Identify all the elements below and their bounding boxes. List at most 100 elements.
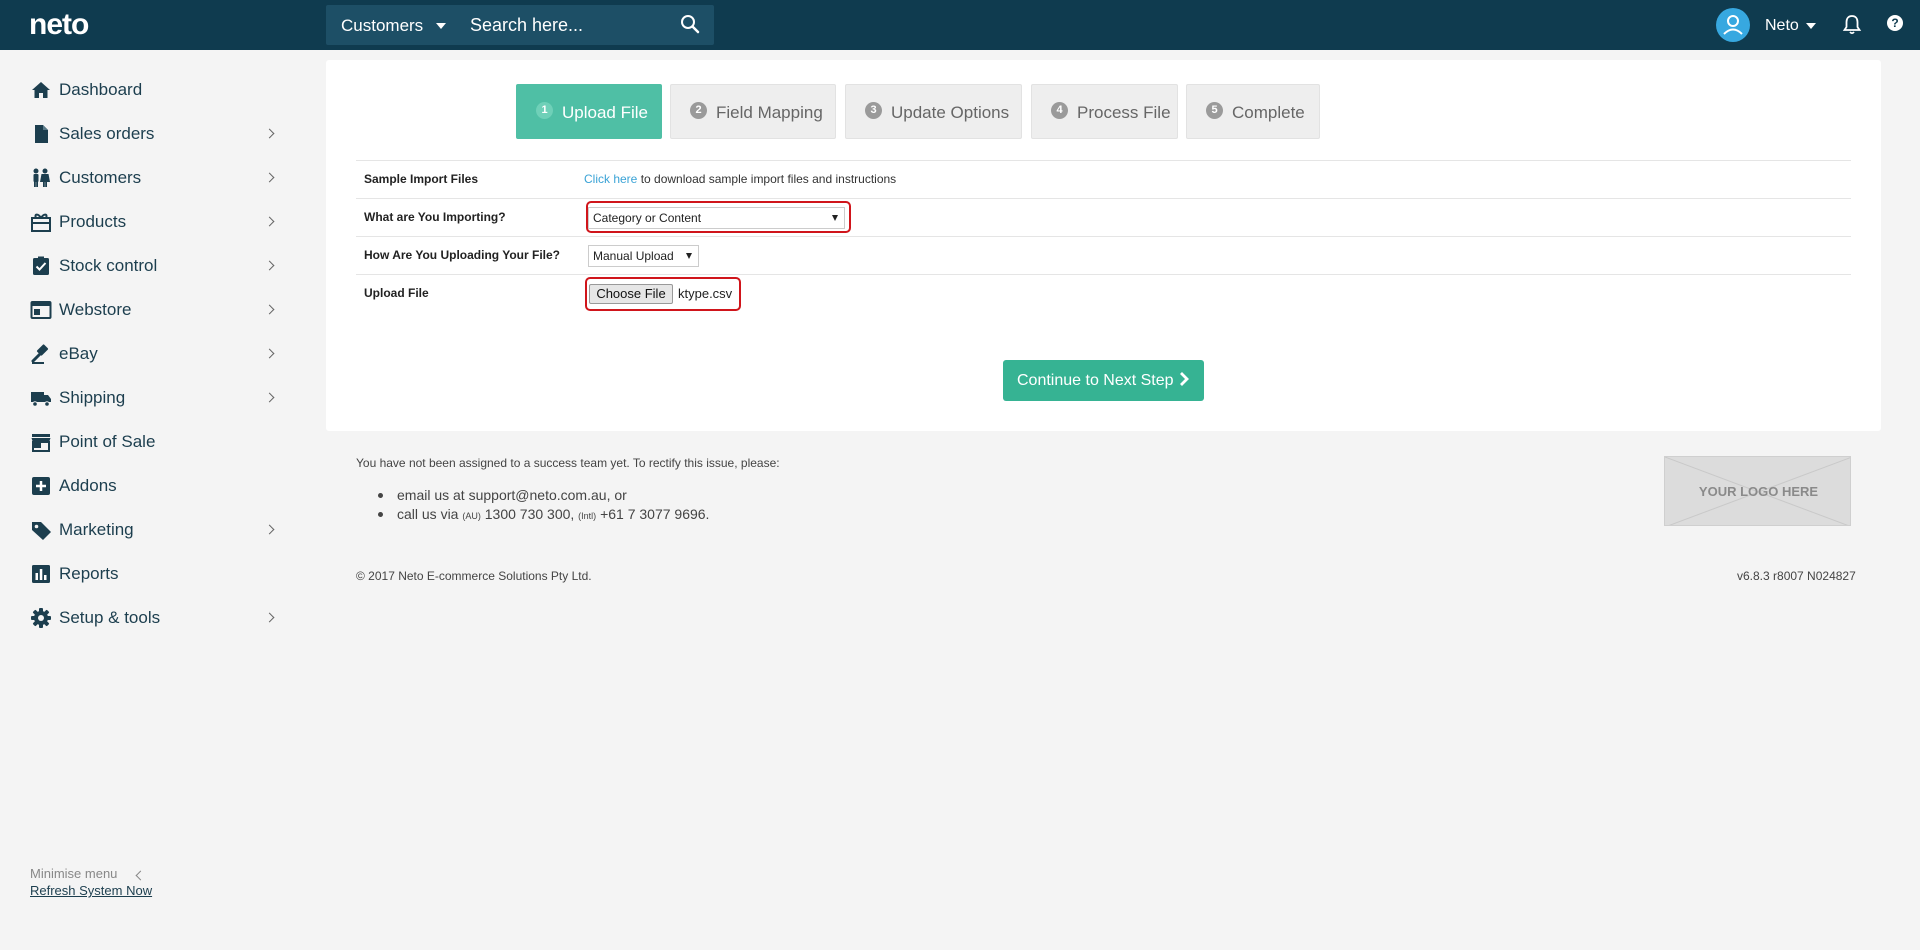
chevron-right-icon bbox=[264, 392, 275, 403]
version-text: v6.8.3 r8007 N024827 bbox=[1737, 569, 1856, 583]
sidebar-item-dashboard[interactable]: Dashboard bbox=[30, 70, 275, 110]
email-suffix: , or bbox=[606, 487, 627, 503]
sample-import-description: to download sample import files and inst… bbox=[640, 172, 897, 186]
bar-chart-icon bbox=[30, 563, 52, 585]
sidebar-item-shipping[interactable]: Shipping bbox=[30, 378, 275, 418]
sidebar-item-label: Marketing bbox=[59, 520, 134, 539]
step-process-file[interactable]: 4 Process File bbox=[1031, 84, 1178, 139]
search-scope-label: Customers bbox=[341, 16, 424, 35]
sidebar-item-setup-tools[interactable]: Setup & tools bbox=[30, 598, 275, 638]
user-name: Neto bbox=[1765, 17, 1799, 34]
step-label: Update Options bbox=[891, 103, 1010, 122]
logo-placeholder: YOUR LOGO HERE bbox=[1664, 456, 1851, 526]
chevron-right-icon bbox=[264, 524, 275, 535]
selected-filename: ktype.csv bbox=[678, 286, 733, 301]
continue-label: Continue to Next Step bbox=[1017, 372, 1174, 389]
search-scope-dropdown[interactable]: Customers bbox=[326, 5, 456, 45]
step-label: Complete bbox=[1232, 103, 1305, 122]
minimise-menu-button[interactable]: Minimise menu bbox=[30, 866, 117, 881]
step-number: 3 bbox=[865, 102, 882, 119]
importing-select[interactable]: Category or Content bbox=[588, 207, 845, 229]
sidebar-item-label: Point of Sale bbox=[59, 432, 156, 451]
search-input[interactable] bbox=[462, 5, 672, 45]
chevron-right-icon bbox=[264, 348, 275, 359]
chevron-right-icon bbox=[264, 304, 275, 315]
intl-phone: +61 7 3077 9696. bbox=[600, 506, 710, 522]
store-icon bbox=[30, 431, 52, 453]
document-icon bbox=[30, 123, 52, 145]
importing-select-value: Category or Content bbox=[593, 211, 702, 225]
sidebar-item-addons[interactable]: Addons bbox=[30, 466, 275, 506]
home-icon bbox=[30, 79, 52, 101]
sidebar-item-marketing[interactable]: Marketing bbox=[30, 510, 275, 550]
sidebar-item-sales-orders[interactable]: Sales orders bbox=[30, 114, 275, 154]
step-label: Field Mapping bbox=[716, 103, 823, 122]
call-prefix: call us via bbox=[397, 506, 459, 522]
search-icon[interactable] bbox=[676, 10, 706, 40]
success-team-note: You have not been assigned to a success … bbox=[356, 456, 780, 470]
step-number: 2 bbox=[690, 102, 707, 119]
sidebar-item-webstore[interactable]: Webstore bbox=[30, 290, 275, 330]
sidebar-item-ebay[interactable]: eBay bbox=[30, 334, 275, 374]
chevron-right-icon bbox=[264, 260, 275, 271]
step-field-mapping[interactable]: 2 Field Mapping bbox=[670, 84, 836, 139]
email-prefix: email us at bbox=[397, 487, 465, 503]
sidebar-item-reports[interactable]: Reports bbox=[30, 554, 275, 594]
chevron-right-icon bbox=[1180, 372, 1189, 386]
sidebar-item-customers[interactable]: Customers bbox=[30, 158, 275, 198]
browser-icon bbox=[30, 299, 52, 321]
step-update-options[interactable]: 3 Update Options bbox=[845, 84, 1022, 139]
logo-placeholder-text: YOUR LOGO HERE bbox=[1698, 484, 1819, 499]
plus-square-icon bbox=[30, 475, 52, 497]
row-sample-import-files: Sample Import Files Click here to downlo… bbox=[356, 160, 1851, 198]
top-bar: neto Customers Neto ? bbox=[0, 0, 1920, 50]
au-tag: (AU) bbox=[462, 511, 481, 521]
sidebar-item-label: Addons bbox=[59, 476, 117, 495]
sidebar-item-label: Reports bbox=[59, 564, 119, 583]
continue-next-step-button[interactable]: Continue to Next Step bbox=[1003, 360, 1204, 401]
bell-icon[interactable] bbox=[1842, 14, 1862, 41]
uploading-label: How Are You Uploading Your File? bbox=[364, 248, 561, 262]
click-here-link[interactable]: Click here bbox=[584, 172, 637, 186]
sample-import-text: Click here to download sample import fil… bbox=[584, 172, 896, 186]
sample-import-label: Sample Import Files bbox=[364, 172, 479, 186]
step-number: 4 bbox=[1051, 102, 1068, 119]
step-complete[interactable]: 5 Complete bbox=[1186, 84, 1320, 139]
list-item: email us at support@neto.com.au, or bbox=[356, 487, 709, 506]
truck-icon bbox=[30, 387, 52, 409]
clipboard-check-icon bbox=[30, 255, 52, 277]
sidebar-item-label: Sales orders bbox=[59, 124, 155, 143]
sidebar-item-label: Dashboard bbox=[59, 80, 143, 99]
caret-down-icon bbox=[1806, 23, 1816, 29]
sidebar-item-products[interactable]: Products bbox=[30, 202, 275, 242]
step-upload-file[interactable]: 1 Upload File bbox=[516, 84, 662, 139]
chevron-right-icon bbox=[264, 128, 275, 139]
choose-file-button[interactable]: Choose File bbox=[589, 284, 673, 304]
chevron-right-icon bbox=[264, 216, 275, 227]
neto-logo[interactable]: neto bbox=[29, 8, 89, 42]
step-label: Upload File bbox=[562, 103, 648, 122]
uploading-select[interactable]: Manual Upload bbox=[588, 245, 699, 267]
step-number: 1 bbox=[536, 102, 553, 119]
sidebar-item-label: Shipping bbox=[59, 388, 126, 407]
tag-icon bbox=[30, 519, 52, 541]
sidebar-item-label: Webstore bbox=[59, 300, 132, 319]
people-icon bbox=[30, 167, 52, 189]
gift-icon bbox=[30, 211, 52, 233]
step-number: 5 bbox=[1206, 102, 1223, 119]
help-icon[interactable]: ? bbox=[1887, 15, 1903, 31]
list-item: call us via (AU) 1300 730 300, (Intl) +6… bbox=[356, 506, 709, 525]
sidebar-item-point-of-sale[interactable]: Point of Sale bbox=[30, 422, 275, 462]
refresh-system-link[interactable]: Refresh System Now bbox=[30, 883, 152, 898]
sidebar-item-stock-control[interactable]: Stock control bbox=[30, 246, 275, 286]
sidebar: Dashboard Sales orders Customers Product… bbox=[0, 50, 300, 950]
sidebar-item-label: Setup & tools bbox=[59, 608, 161, 627]
support-email[interactable]: support@neto.com.au bbox=[469, 487, 607, 503]
chevron-right-icon bbox=[264, 172, 275, 183]
row-what-importing: What are You Importing? bbox=[356, 198, 1851, 236]
step-label: Process File bbox=[1077, 103, 1171, 122]
copyright-text: © 2017 Neto E-commerce Solutions Pty Ltd… bbox=[356, 569, 592, 583]
gavel-icon bbox=[30, 343, 52, 365]
chevron-right-icon bbox=[264, 612, 275, 623]
sidebar-item-label: Products bbox=[59, 212, 127, 231]
